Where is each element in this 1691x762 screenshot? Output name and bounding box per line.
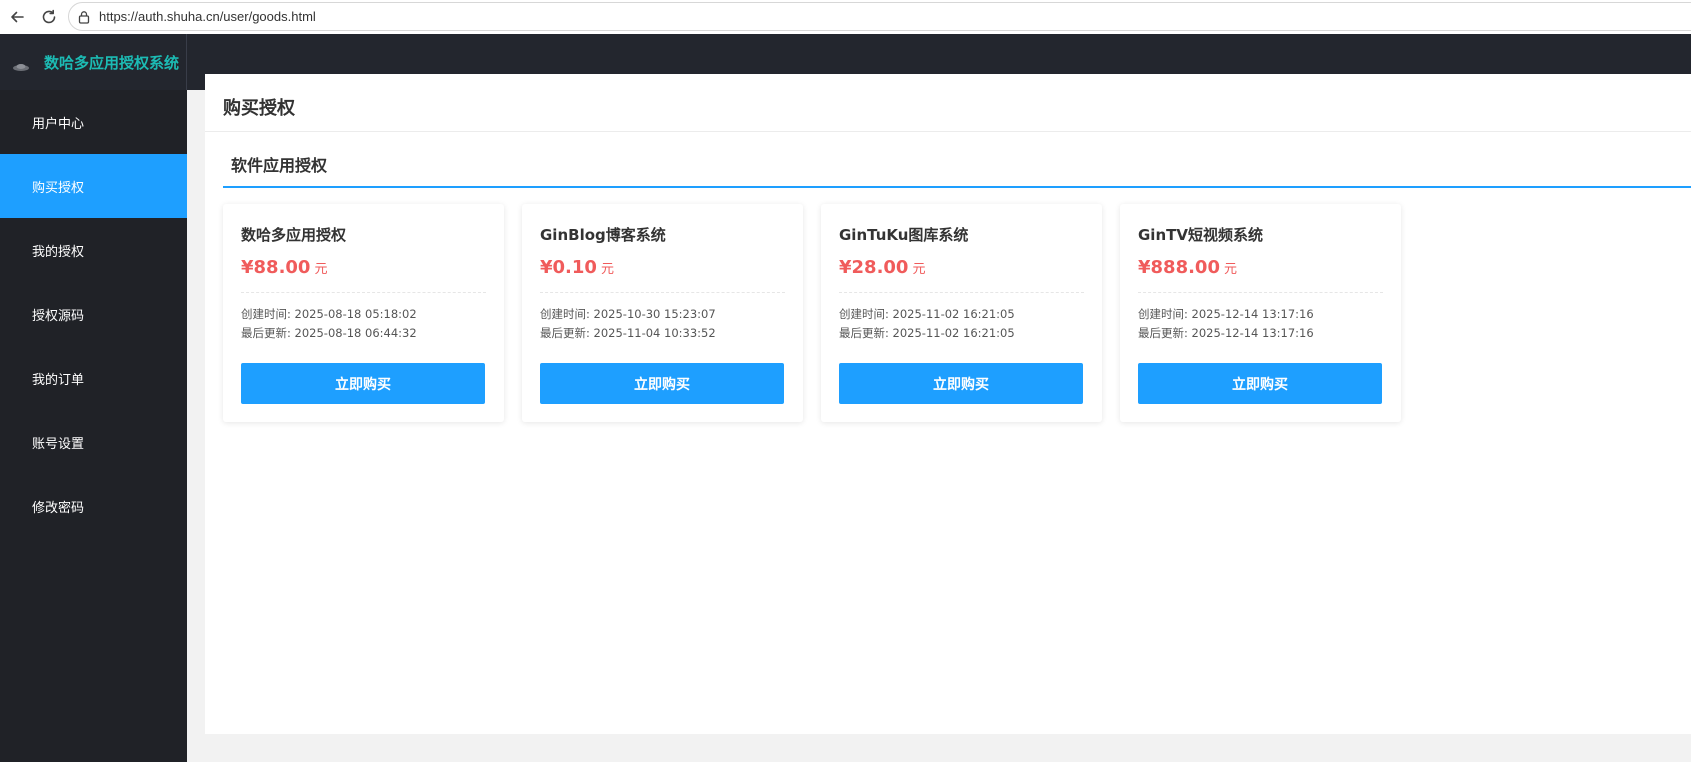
sidebar-item-change-password[interactable]: 修改密码: [0, 474, 187, 538]
brand[interactable]: 数哈多应用授权系统: [0, 34, 187, 90]
product-price: ¥88.00 元: [241, 257, 486, 278]
product-card: GinTV短视频系统 ¥888.00 元 创建时间: 2025-12-14 13:…: [1120, 204, 1401, 422]
price-unit: 元: [314, 262, 328, 277]
sidebar-item-label: 我的授权: [32, 244, 85, 260]
logo-icon: [12, 57, 30, 71]
price-value: ¥0.10: [540, 257, 597, 278]
product-card-list: 数哈多应用授权 ¥88.00 元 创建时间: 2025-08-18 05:18:0…: [223, 204, 1401, 422]
created-time: 创建时间: 2025-10-30 15:23:07: [540, 307, 716, 321]
sidebar-item-user-center[interactable]: 用户中心: [0, 90, 187, 154]
product-name: GinTuKu图库系统: [839, 226, 969, 244]
buy-now-button[interactable]: 立即购买: [241, 363, 485, 404]
sidebar-item-license-source[interactable]: 授权源码: [0, 282, 187, 346]
sidebar-item-account-settings[interactable]: 账号设置: [0, 410, 187, 474]
card-divider: [839, 292, 1084, 293]
sidebar-item-label: 账号设置: [32, 436, 85, 452]
sidebar-item-my-license[interactable]: 我的授权: [0, 218, 187, 282]
buy-now-button[interactable]: 立即购买: [540, 363, 784, 404]
product-meta: 创建时间: 2025-11-02 16:21:05 最后更新: 2025-11-…: [839, 305, 1084, 343]
product-price: ¥28.00 元: [839, 257, 1084, 278]
product-meta: 创建时间: 2025-12-14 13:17:16 最后更新: 2025-12-…: [1138, 305, 1383, 343]
address-bar[interactable]: https://auth.shuha.cn/user/goods.html: [68, 2, 1691, 31]
created-time: 创建时间: 2025-11-02 16:21:05: [839, 307, 1015, 321]
product-card: GinTuKu图库系统 ¥28.00 元 创建时间: 2025-11-02 16:…: [821, 204, 1102, 422]
price-value: ¥28.00: [839, 257, 909, 278]
updated-time: 最后更新: 2025-11-02 16:21:05: [839, 326, 1015, 340]
created-time: 创建时间: 2025-08-18 05:18:02: [241, 307, 417, 321]
card-divider: [1138, 292, 1383, 293]
created-time: 创建时间: 2025-12-14 13:17:16: [1138, 307, 1314, 321]
sidebar-item-my-orders[interactable]: 我的订单: [0, 346, 187, 410]
url-text: https://auth.shuha.cn/user/goods.html: [99, 9, 316, 24]
product-name: GinTV短视频系统: [1138, 226, 1263, 244]
product-price: ¥0.10 元: [540, 257, 785, 278]
price-unit: 元: [1223, 262, 1237, 277]
section-underline: [223, 186, 1691, 188]
browser-toolbar: https://auth.shuha.cn/user/goods.html: [0, 0, 1691, 34]
product-card: GinBlog博客系统 ¥0.10 元 创建时间: 2025-10-30 15:2…: [522, 204, 803, 422]
sidebar-item-buy-license[interactable]: 购买授权: [0, 154, 187, 218]
product-meta: 创建时间: 2025-08-18 05:18:02 最后更新: 2025-08-…: [241, 305, 486, 343]
section-title: 软件应用授权: [231, 156, 328, 175]
card-divider: [241, 292, 486, 293]
price-value: ¥88.00: [241, 257, 311, 278]
updated-time: 最后更新: 2025-12-14 13:17:16: [1138, 326, 1314, 340]
reload-icon[interactable]: [37, 5, 61, 29]
price-unit: 元: [912, 262, 926, 277]
price-value: ¥888.00: [1138, 257, 1220, 278]
buy-now-button[interactable]: 立即购买: [1138, 363, 1382, 404]
product-meta: 创建时间: 2025-10-30 15:23:07 最后更新: 2025-11-…: [540, 305, 785, 343]
card-divider: [540, 292, 785, 293]
product-name: 数哈多应用授权: [241, 226, 347, 244]
sidebar-item-label: 购买授权: [32, 180, 85, 196]
sidebar-item-label: 修改密码: [32, 500, 85, 516]
title-divider: [205, 131, 1691, 132]
back-arrow-icon[interactable]: [5, 5, 29, 29]
brand-title: 数哈多应用授权系统: [44, 53, 180, 72]
lock-icon[interactable]: [77, 9, 93, 25]
product-name: GinBlog博客系统: [540, 226, 666, 244]
main-panel: 购买授权 软件应用授权 数哈多应用授权 ¥88.00 元 创建时间: 2025-0…: [205, 74, 1691, 734]
page-title: 购买授权: [223, 98, 295, 119]
updated-time: 最后更新: 2025-08-18 06:44:32: [241, 326, 417, 340]
product-card: 数哈多应用授权 ¥88.00 元 创建时间: 2025-08-18 05:18:0…: [223, 204, 504, 422]
sidebar-item-label: 授权源码: [32, 308, 85, 324]
sidebar-item-label: 我的订单: [32, 372, 85, 388]
sidebar: 用户中心 购买授权 我的授权 授权源码 我的订单 账号设置 修改密码: [0, 90, 187, 762]
buy-now-button[interactable]: 立即购买: [839, 363, 1083, 404]
product-price: ¥888.00 元: [1138, 257, 1383, 278]
price-unit: 元: [600, 262, 614, 277]
sidebar-item-label: 用户中心: [32, 116, 85, 132]
updated-time: 最后更新: 2025-11-04 10:33:52: [540, 326, 716, 340]
